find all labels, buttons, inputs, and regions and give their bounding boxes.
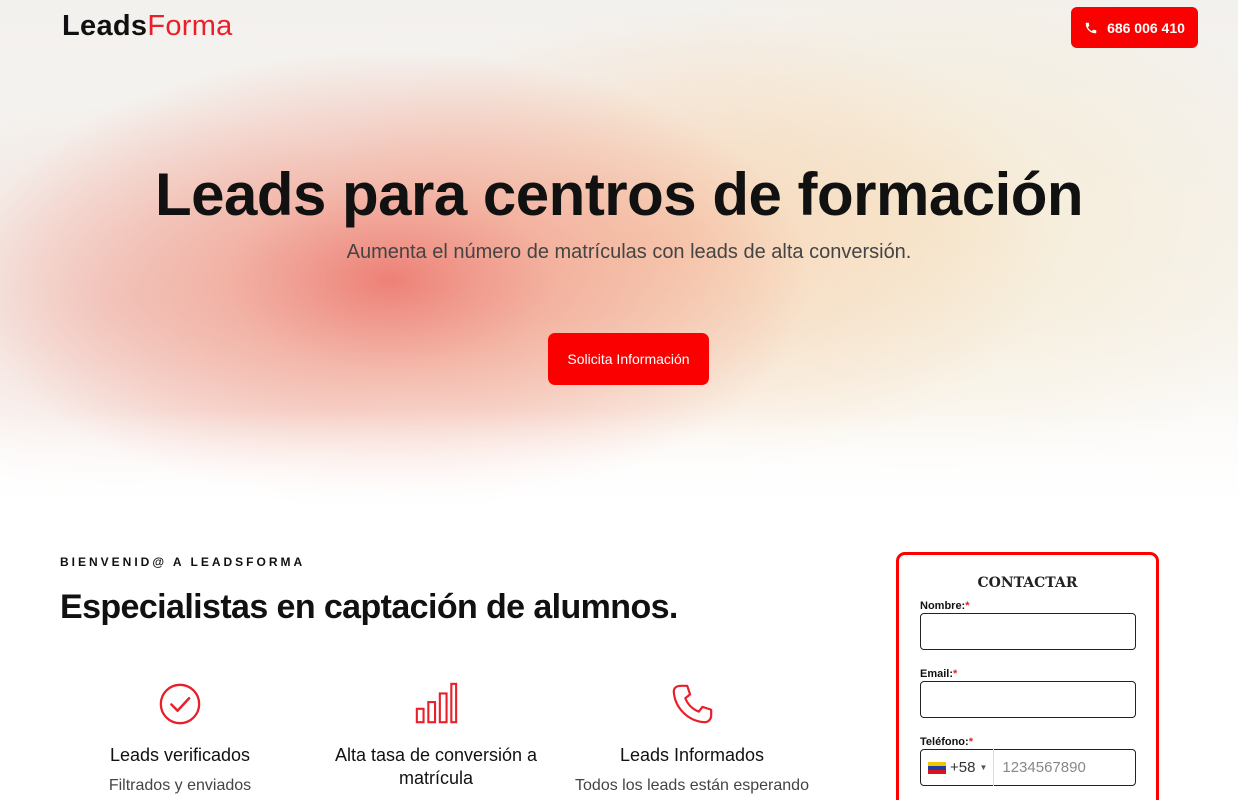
bar-chart-icon (415, 682, 458, 724)
feature-verified: Leads verificados Filtrados y enviados (60, 680, 300, 795)
feature-desc: Filtrados y enviados (108, 777, 252, 794)
divider (993, 749, 995, 786)
hero-subtitle: Aumenta el número de matrículas con lead… (346, 241, 912, 263)
check-circle-icon (159, 683, 201, 725)
feature-title: Alta tasa de conversión a matrícula (334, 745, 538, 788)
phone-label: Teléfono:* (920, 736, 973, 748)
caret-down-icon[interactable]: ▼ (979, 763, 987, 772)
phone-button-label: 686 006 410 (1107, 19, 1185, 36)
feature-title: Leads verificados (109, 745, 251, 765)
intro-title: Especialistas en captación de alumnos. (60, 588, 678, 626)
name-label: Nombre:* (920, 600, 970, 612)
feature-informed: Leads Informados Todos los leads están e… (572, 680, 812, 795)
email-input[interactable] (920, 681, 1136, 718)
feature-title: Leads Informados (619, 745, 765, 765)
request-info-button[interactable]: Solicita Información (548, 333, 709, 385)
intro-eyebrow: BIENVENID@ A LEADSFORMA (60, 555, 306, 569)
contact-form: CONTACTAR Nombre:* Email:* Teléfono:* +5… (896, 552, 1159, 800)
hero-title: Leads para centros de formación (154, 161, 1084, 228)
phone-group: Teléfono:* +58 ▼ 1234567890 (920, 736, 1136, 786)
feature-conversion: Alta tasa de conversión a matrícula (316, 680, 556, 790)
phone-icon (672, 684, 713, 724)
form-title: CONTACTAR (977, 575, 1078, 591)
logo[interactable]: LeadsForma (62, 10, 233, 43)
name-group: Nombre:* (920, 600, 1136, 650)
phone-icon (1085, 22, 1097, 33)
name-input[interactable] (920, 613, 1136, 650)
venezuela-flag-icon[interactable] (928, 761, 946, 774)
phone-placeholder: 1234567890 (1002, 759, 1086, 776)
email-label: Email:* (920, 668, 958, 680)
call-phone-button[interactable]: 686 006 410 (1071, 7, 1198, 48)
email-group: Email:* (920, 668, 1136, 718)
phone-input[interactable]: +58 ▼ 1234567890 (920, 749, 1136, 786)
country-code[interactable]: +58 (950, 759, 975, 776)
feature-desc: Todos los leads están esperando (575, 777, 809, 794)
